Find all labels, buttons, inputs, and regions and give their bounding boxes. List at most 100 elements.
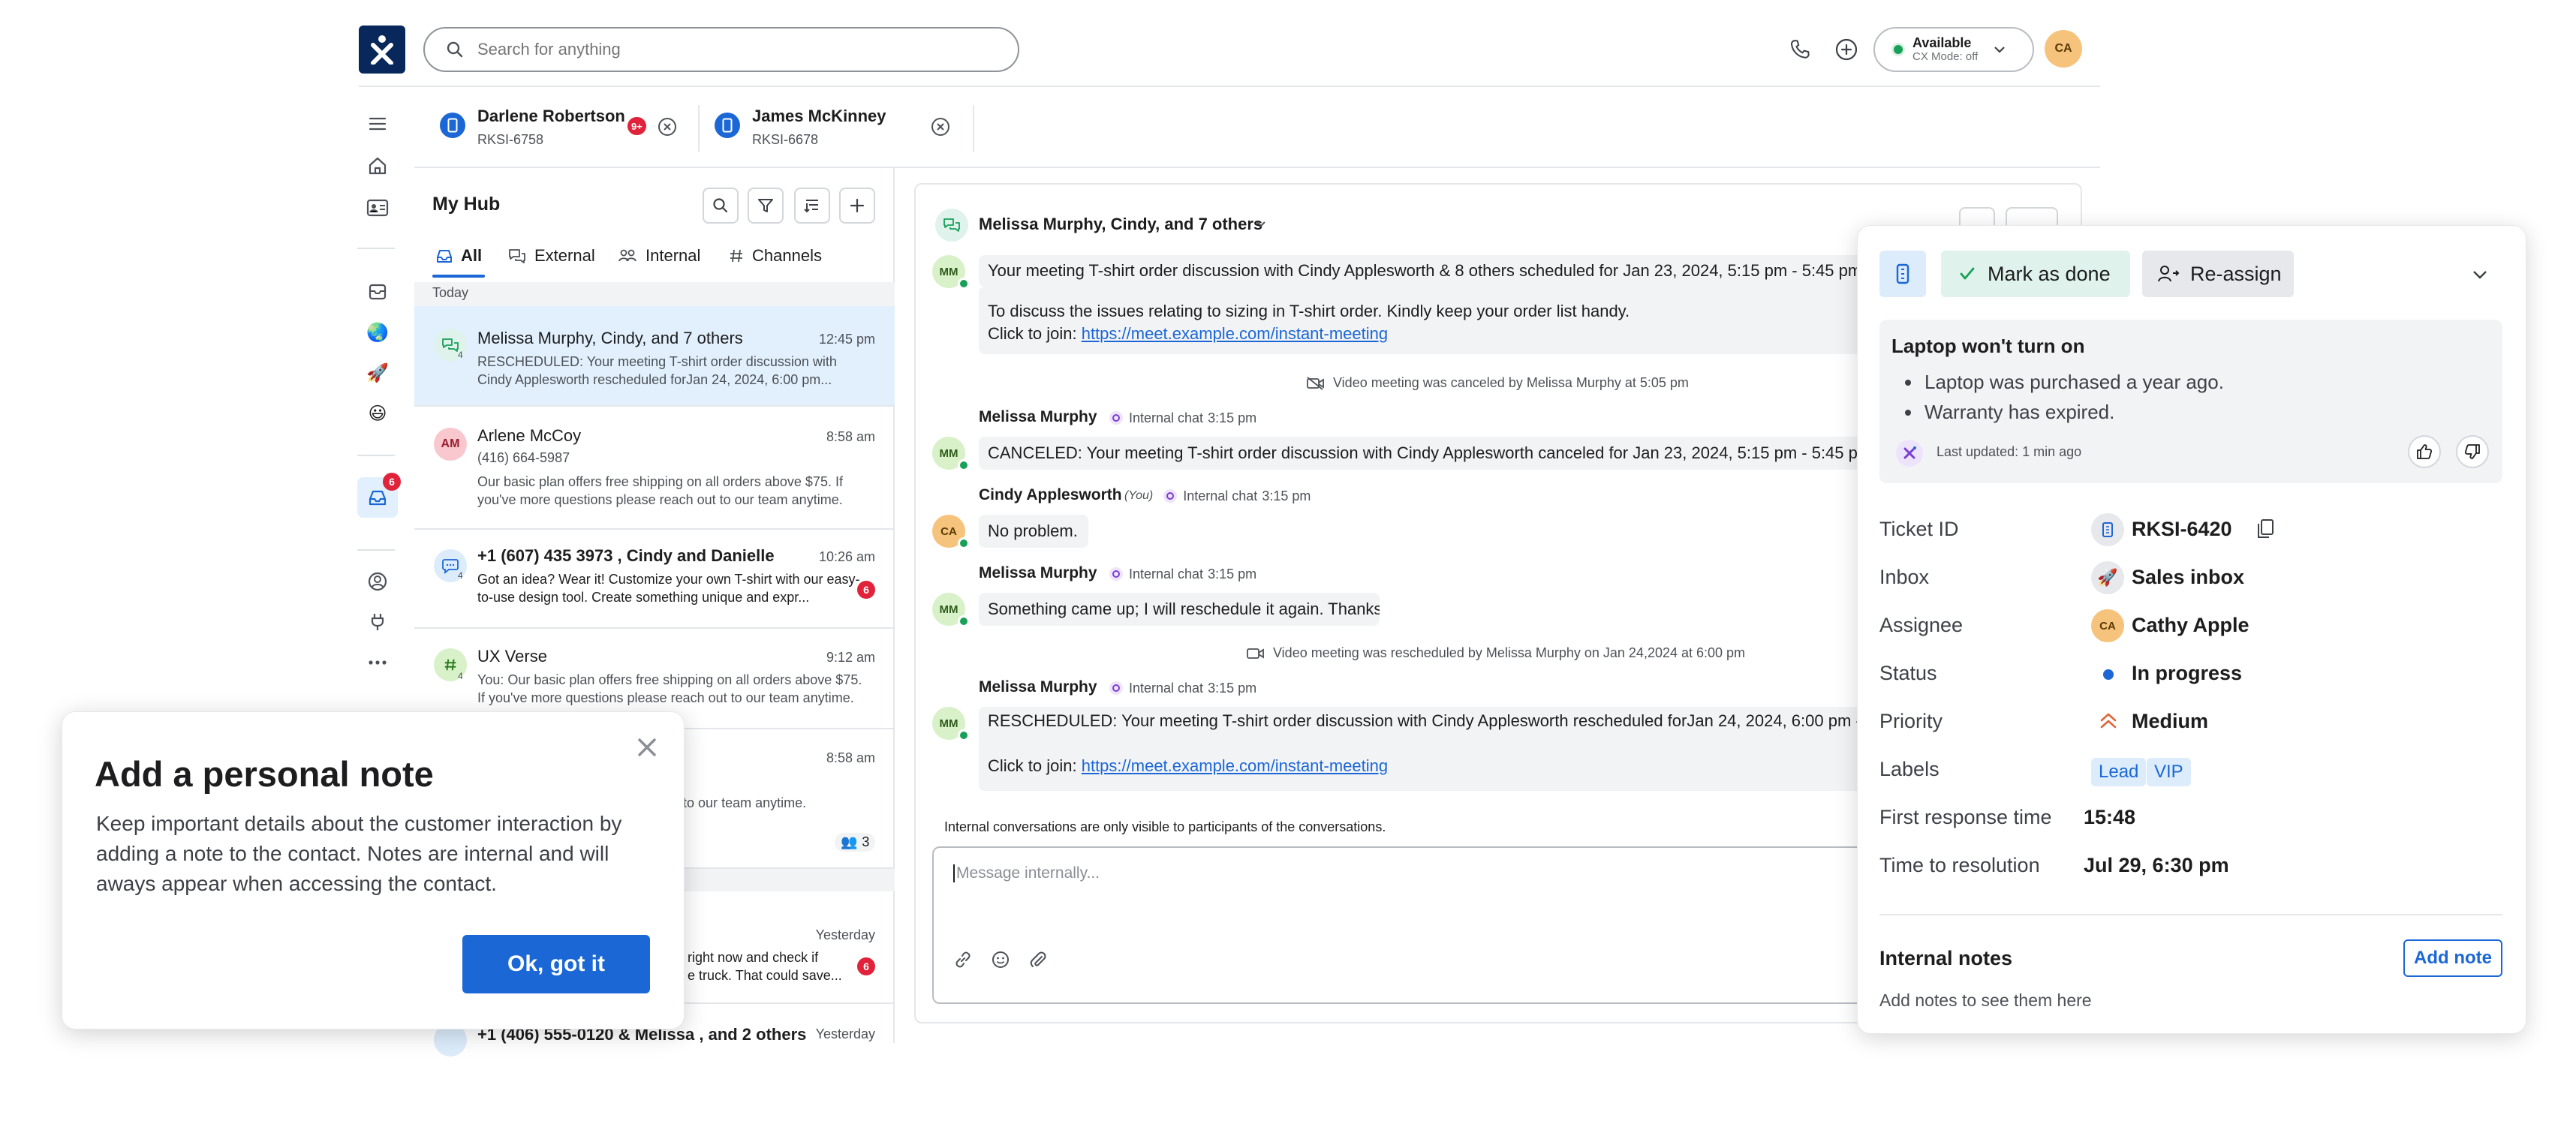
availability-dropdown[interactable]: Available CX Mode: off <box>1873 27 2034 72</box>
copy-icon[interactable] <box>2255 518 2276 540</box>
session-tab[interactable]: James McKinney RKSI-6678 <box>713 101 973 155</box>
conversation-time: 9:12 am <box>826 650 875 665</box>
conversation-item[interactable]: 4 +1 (607) 435 3973 , Cindy and Danielle… <box>414 530 895 629</box>
chat-title[interactable]: Melissa Murphy, Cindy, and 7 others <box>979 215 1262 234</box>
search-input[interactable] <box>477 40 928 59</box>
participant-count: 4 <box>458 570 463 581</box>
app-logo[interactable] <box>359 26 405 74</box>
priority-value[interactable]: Medium <box>2132 710 2208 733</box>
rocket-emoji-icon: 🚀 <box>2091 561 2124 594</box>
conversation-name: UX Verse <box>477 647 547 666</box>
search-bar[interactable] <box>423 27 1019 72</box>
summary-updated: Last updated: 1 min ago <box>1937 444 2082 459</box>
session-name: Darlene Robertson <box>477 107 625 125</box>
contacts-card-icon[interactable] <box>359 189 396 227</box>
sort-icon[interactable] <box>794 188 830 224</box>
conversation-name: +1 (607) 435 3973 , Cindy and Danielle <box>477 546 775 565</box>
message-meta: Internal chat 3:15 pm <box>1108 410 1256 426</box>
more-icon[interactable] <box>359 644 396 681</box>
thumbs-down-icon[interactable] <box>2456 435 2489 468</box>
inbox-value[interactable]: Sales inbox <box>2132 566 2244 589</box>
chevron-down-icon[interactable] <box>2466 261 2493 288</box>
ticket-id: RKSI-6420 <box>2132 518 2232 540</box>
internal-chat-icon <box>1108 410 1124 426</box>
online-indicator <box>958 459 970 471</box>
emoji-icon[interactable] <box>991 950 1010 969</box>
tab-internal[interactable]: Internal <box>617 246 700 266</box>
message-input[interactable]: Message internally... <box>953 864 1100 882</box>
conversation-item[interactable]: AM Arlene McCoy 8:58 am (416) 664-5987 O… <box>414 407 895 530</box>
field-label: Priority <box>1879 710 1943 732</box>
conversation-name: Melissa Murphy, Cindy, and 7 others <box>477 329 743 347</box>
internal-chat-icon <box>1162 488 1178 504</box>
tab-external[interactable]: External <box>507 246 595 266</box>
reaction-count[interactable]: 👥 3 <box>835 833 876 852</box>
external-chat-icon <box>507 247 527 265</box>
online-indicator <box>958 278 970 290</box>
reassign-button[interactable]: Re-assign <box>2142 251 2294 297</box>
inbox-stack-icon[interactable] <box>359 273 396 311</box>
cx-mode-label: CX Mode: off <box>1912 50 1979 63</box>
sender-name: Melissa Murphy <box>979 408 1097 425</box>
available-status-dot <box>1891 43 1905 56</box>
internal-notice: Internal conversations are only visible … <box>944 819 1386 834</box>
meeting-link[interactable]: https://meet.example.com/instant-meeting <box>1082 756 1388 775</box>
contact-device-button[interactable] <box>1879 251 1926 297</box>
globe-emoji-icon[interactable]: 🌏 <box>359 314 396 351</box>
resolution-value: Jul 29, 6:30 pm <box>2084 854 2229 876</box>
message-meta: (You) Internal chat 3:15 pm <box>1124 488 1311 504</box>
add-conversation-button[interactable] <box>839 188 875 224</box>
filter-icon[interactable] <box>748 188 784 224</box>
home-icon[interactable] <box>359 147 396 185</box>
label-chip[interactable]: VIP <box>2147 758 2191 786</box>
assignee-avatar: CA <box>2091 609 2124 642</box>
conversation-time: 10:26 am <box>818 549 875 564</box>
conversation-preview: Our basic plan offers free shipping on a… <box>477 474 843 507</box>
smiley-emoji-icon[interactable]: 😃 <box>359 395 396 432</box>
status-value[interactable]: In progress <box>2132 662 2242 685</box>
label-chip[interactable]: Lead <box>2091 758 2147 786</box>
account-circle-icon[interactable] <box>359 563 396 600</box>
conversation-time: 12:45 pm <box>818 332 875 347</box>
mark-as-done-button[interactable]: Mark as done <box>1941 251 2130 297</box>
field-label: Time to resolution <box>1879 854 2040 876</box>
session-tab[interactable]: Darlene Robertson RKSI-6758 9+ <box>438 101 698 155</box>
add-circle-icon[interactable] <box>1831 35 1861 65</box>
assignee-value[interactable]: Cathy Apple <box>2132 614 2249 637</box>
meeting-link[interactable]: https://meet.example.com/instant-meeting <box>1082 324 1388 343</box>
search-icon[interactable] <box>703 188 739 224</box>
inbox-icon <box>435 247 453 265</box>
tab-channels[interactable]: Channels <box>728 246 822 266</box>
close-icon[interactable] <box>929 116 952 138</box>
you-label: (You) <box>1124 489 1154 502</box>
my-hub-nav-item[interactable]: 6 <box>357 473 401 518</box>
video-camera-icon <box>1246 646 1265 661</box>
conversation-item[interactable]: 4 Melissa Murphy, Cindy, and 7 others 12… <box>414 306 895 407</box>
team-icon <box>617 247 638 265</box>
rail-divider <box>357 248 395 249</box>
plug-icon[interactable] <box>359 603 396 641</box>
thumbs-up-icon[interactable] <box>2408 435 2441 468</box>
sender-name: Cindy Applesworth <box>979 486 1122 503</box>
chevron-down-icon[interactable] <box>1253 216 1268 231</box>
hub-title: My Hub <box>432 194 501 215</box>
user-avatar[interactable]: CA <box>2045 30 2082 68</box>
add-note-button[interactable]: Add note <box>2403 939 2502 977</box>
session-name: James McKinney <box>752 107 886 125</box>
join-label: Click to join: <box>988 324 1077 343</box>
link-icon[interactable] <box>953 950 973 969</box>
tab-all[interactable]: All <box>435 246 482 266</box>
menu-icon[interactable] <box>359 105 396 143</box>
internal-chat-icon <box>1108 566 1124 582</box>
ok-got-it-button[interactable]: Ok, got it <box>462 935 650 993</box>
rocket-emoji-icon[interactable]: 🚀 <box>359 354 396 392</box>
attachment-icon[interactable] <box>1028 950 1048 969</box>
sender-name: Melissa Murphy <box>979 678 1097 696</box>
close-icon[interactable] <box>632 732 662 762</box>
summary-title: Laptop won't turn on <box>1891 335 2085 357</box>
close-icon[interactable] <box>656 116 679 138</box>
phone-icon[interactable] <box>1783 33 1816 66</box>
user-swap-icon <box>2157 264 2180 284</box>
conversation-preview: You: Our basic plan offers free shipping… <box>477 672 862 705</box>
conversation-preview: Got an idea? Wear it! Customize your own… <box>477 572 860 605</box>
